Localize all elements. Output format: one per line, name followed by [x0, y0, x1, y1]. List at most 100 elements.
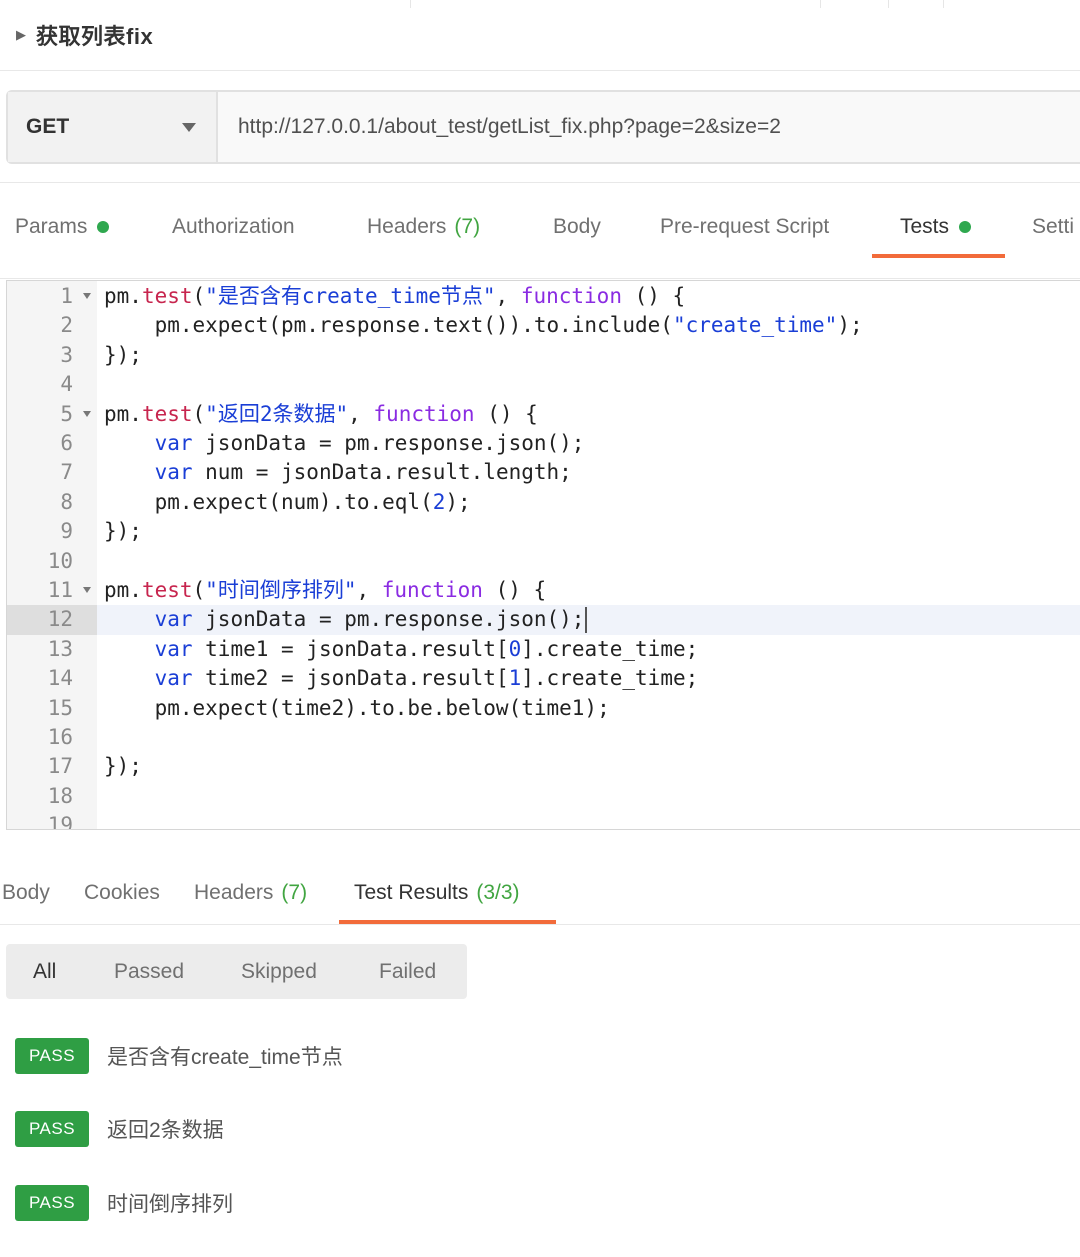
code-line[interactable]: 5 pm.test("返回2条数据", function () {	[7, 400, 1080, 429]
code-line[interactable]: 12 var jsonData = pm.response.json();	[7, 605, 1080, 635]
line-number-cell: 8	[7, 488, 97, 517]
fold-toggle-icon[interactable]	[83, 587, 91, 593]
code-editor[interactable]: 1 pm.test("是否含有create_time节点", function (…	[6, 280, 1080, 830]
line-number-cell: 15	[7, 694, 97, 723]
code-text: pm.expect(pm.response.text()).to.include…	[104, 313, 863, 338]
tab-strip-segment	[888, 0, 943, 8]
code-line[interactable]: 7 var num = jsonData.result.length;	[7, 458, 1080, 487]
code-line[interactable]: 15 pm.expect(time2).to.be.below(time1);	[7, 694, 1080, 723]
line-number: 11	[47, 578, 73, 602]
filter-all[interactable]: All	[33, 944, 56, 999]
code-line[interactable]: 8 pm.expect(num).to.eql(2);	[7, 488, 1080, 517]
line-number-cell: 5	[7, 400, 97, 429]
line-number: 8	[60, 489, 73, 514]
code-line[interactable]: 19	[7, 811, 1080, 830]
line-number-cell: 1	[7, 282, 97, 311]
line-number-cell: 9	[7, 517, 97, 546]
line-number: 13	[47, 636, 73, 661]
code-text: var time1 = jsonData.result[0].create_ti…	[154, 636, 699, 661]
tab-response-body[interactable]: Body	[2, 862, 50, 924]
tab-label: Authorization	[172, 215, 295, 238]
line-number: 16	[47, 725, 73, 749]
tab-tests[interactable]: Tests	[900, 196, 972, 258]
expand-caret-icon[interactable]: ▶	[16, 27, 26, 43]
request-header[interactable]: ▶ 获取列表fix	[16, 18, 153, 52]
pass-badge: PASS	[15, 1038, 89, 1074]
test-result-row: PASS 时间倒序排列	[15, 1184, 233, 1222]
tab-strip-segment	[943, 0, 1080, 8]
code-line[interactable]: 11 pm.test("时间倒序排列", function () {	[7, 576, 1080, 605]
tab-pre-request-script[interactable]: Pre-request Script	[660, 196, 829, 258]
filter-failed[interactable]: Failed	[379, 944, 436, 999]
line-number-cell: 11	[7, 576, 97, 605]
code-line[interactable]: 18	[7, 782, 1080, 811]
line-number: 9	[60, 519, 73, 544]
code-line[interactable]: 16	[7, 723, 1080, 752]
line-number: 6	[60, 431, 73, 455]
code-line[interactable]: 17});	[7, 752, 1080, 781]
code-text: pm.test("返回2条数据", function () {	[104, 401, 538, 426]
filter-passed[interactable]: Passed	[114, 944, 184, 999]
code-text: });	[104, 342, 142, 367]
line-number-cell: 2	[7, 311, 97, 340]
code-text: });	[104, 519, 142, 544]
fold-toggle-icon[interactable]	[83, 293, 91, 299]
code-line[interactable]: 14 var time2 = jsonData.result[1].create…	[7, 664, 1080, 693]
filter-skipped[interactable]: Skipped	[241, 944, 317, 999]
line-number: 19	[47, 813, 73, 830]
tab-label: Cookies	[84, 881, 160, 904]
tab-body[interactable]: Body	[553, 196, 601, 258]
divider	[0, 182, 1080, 183]
code-text: pm.test("是否含有create_time节点", function ()…	[104, 284, 686, 308]
line-number: 4	[60, 372, 73, 397]
url-input[interactable]: http://127.0.0.1/about_test/getList_fix.…	[218, 92, 1080, 162]
line-number: 12	[47, 607, 73, 632]
line-number: 7	[60, 460, 73, 485]
tab-response-headers[interactable]: Headers (7)	[194, 862, 307, 924]
request-tabs: Params Authorization Headers (7) Body Pr…	[0, 196, 1080, 258]
line-number-cell: 17	[7, 752, 97, 781]
pass-badge: PASS	[15, 1111, 89, 1147]
code-line[interactable]: 4	[7, 370, 1080, 399]
status-dot-icon	[97, 221, 110, 233]
fold-toggle-icon[interactable]	[83, 410, 91, 417]
divider	[0, 278, 1080, 279]
tab-label: Headers	[194, 881, 274, 904]
test-result-row: PASS 是否含有create_time节点	[15, 1037, 343, 1075]
tab-test-results[interactable]: Test Results (3/3)	[354, 862, 520, 924]
code-line[interactable]: 6 var jsonData = pm.response.json();	[7, 429, 1080, 458]
line-number: 2	[60, 313, 73, 338]
tab-authorization[interactable]: Authorization	[172, 196, 295, 258]
test-result-row: PASS 返回2条数据	[15, 1110, 224, 1148]
line-number: 10	[47, 548, 73, 573]
tab-cookies[interactable]: Cookies	[84, 862, 160, 924]
code-line[interactable]: 9});	[7, 517, 1080, 546]
line-number: 5	[60, 401, 73, 426]
request-name: 获取列表fix	[36, 24, 154, 49]
line-number: 3	[60, 342, 73, 367]
method-select[interactable]: GET	[8, 92, 218, 162]
chevron-down-icon	[182, 122, 196, 132]
status-dot-icon	[959, 221, 972, 233]
tab-headers[interactable]: Headers (7)	[367, 196, 480, 258]
test-name: 时间倒序排列	[107, 1193, 233, 1216]
code-text: var jsonData = pm.response.json();	[97, 605, 1080, 635]
code-line[interactable]: 10	[7, 547, 1080, 576]
code-line[interactable]: 1 pm.test("是否含有create_time节点", function (…	[7, 282, 1080, 311]
line-number: 18	[47, 783, 73, 808]
line-number-cell: 4	[7, 370, 97, 399]
tab-label: Pre-request Script	[660, 215, 830, 238]
line-number-cell: 10	[7, 547, 97, 576]
tab-params[interactable]: Params	[15, 196, 110, 258]
line-number-cell: 19	[7, 811, 97, 830]
line-number-cell: 16	[7, 723, 97, 752]
code-line[interactable]: 2 pm.expect(pm.response.text()).to.inclu…	[7, 311, 1080, 340]
code-line[interactable]: 3});	[7, 341, 1080, 370]
code-line[interactable]: 13 var time1 = jsonData.result[0].create…	[7, 635, 1080, 664]
divider	[0, 70, 1080, 71]
tab-settings[interactable]: Setti	[1032, 196, 1074, 258]
line-number-cell: 6	[7, 429, 97, 458]
